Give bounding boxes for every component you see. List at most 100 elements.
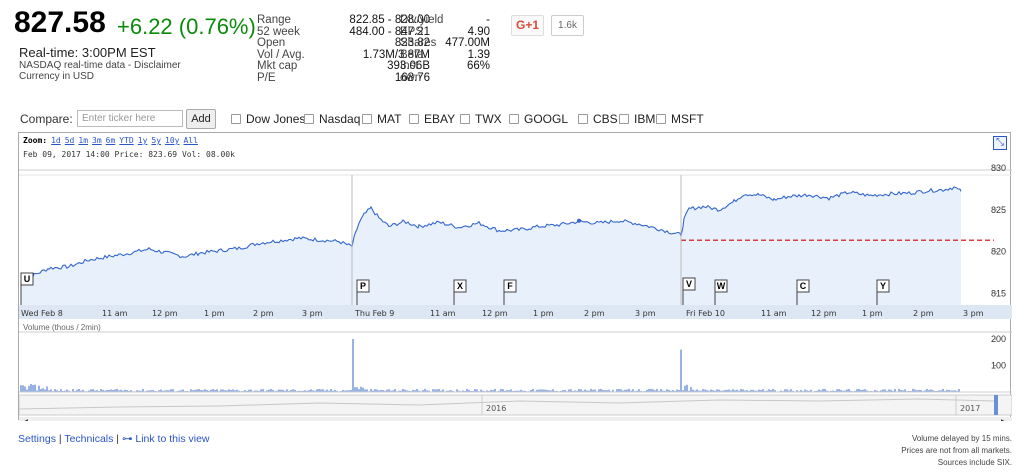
checkbox[interactable]: [304, 114, 314, 124]
svg-text:V: V: [686, 279, 692, 289]
stat-row: Shares 477.00M: [400, 37, 490, 50]
compare-label: Compare:: [20, 112, 73, 126]
checkbox-label: MAT: [377, 112, 402, 126]
hover-point: [577, 218, 581, 223]
checkbox-label: TWX: [475, 112, 502, 126]
compare-checkbox-nasdaq[interactable]: Nasdaq: [304, 112, 360, 126]
x-axis-label: Fri Feb 10: [686, 309, 725, 318]
compare-checkbox-googl[interactable]: GOOGL: [509, 112, 568, 126]
realtime-label: Real-time: 3:00PM EST: [19, 45, 156, 60]
price-chart[interactable]: Zoom: 1d 5d 1m 3m 6m YTD 1y 5y 10y All Feb 09, 201…: [18, 132, 1012, 421]
checkbox[interactable]: [656, 114, 666, 124]
x-axis-label: 12 pm: [482, 309, 508, 318]
svg-text:C: C: [800, 281, 807, 291]
note-line: Prices are not from all markets.: [901, 446, 1012, 455]
volume-tick-label: 200: [991, 334, 1006, 344]
volume-label: Volume (thous / 2min): [23, 323, 101, 332]
checkbox-label: IBM: [634, 112, 656, 126]
price-change: +6.22 (0.76%): [117, 14, 256, 39]
x-axis-label: 1 pm: [204, 309, 225, 318]
scroll-right-icon: ▶: [1001, 417, 1008, 421]
svg-text:F: F: [507, 281, 513, 291]
y-tick-label: 815: [991, 288, 1006, 298]
x-axis-label: 11 am: [430, 309, 456, 318]
checkbox[interactable]: [509, 114, 519, 124]
stat-value: 477.00M: [445, 37, 490, 49]
x-axis-label: Thu Feb 9: [354, 309, 394, 318]
navigator: [19, 394, 1012, 416]
technicals-link[interactable]: Technicals: [64, 433, 113, 445]
compare-checkbox-msft[interactable]: MSFT: [656, 112, 704, 126]
checkbox-label: Dow Jones: [246, 112, 306, 126]
stat-key: Open: [257, 37, 286, 49]
compare-checkbox-cbs[interactable]: CBS: [578, 112, 618, 126]
navigator-label: 2017: [960, 404, 980, 413]
stock-price: 827.58: [14, 6, 106, 39]
x-axis-label: 3 pm: [635, 309, 656, 318]
chart-canvas[interactable]: 830 825 820 815 Wed Feb 8 11 am 12 pm 1 pm 2 pm 3…: [19, 133, 1012, 421]
checkbox-label: GOOGL: [524, 112, 569, 126]
x-axis-label: Wed Feb 8: [21, 309, 63, 318]
checkbox[interactable]: [460, 114, 470, 124]
currency-label: Currency in USD: [19, 71, 95, 82]
stat-key: Mkt cap: [257, 60, 298, 72]
checkbox[interactable]: [619, 114, 629, 124]
compare-bar: Compare: Enter ticker here Add Dow Jones…: [14, 109, 1014, 129]
svg-text:Y: Y: [880, 281, 886, 291]
svg-text:U: U: [24, 274, 31, 284]
scroll-left-icon: ◀: [21, 417, 28, 421]
x-axis-label: 3 pm: [302, 309, 323, 318]
settings-link[interactable]: Settings: [18, 433, 56, 445]
x-axis-label: 11 am: [102, 309, 128, 318]
stats-right: Div/yield - EPS 4.90 Shares 477.00M Beta 1.39 In…: [400, 14, 490, 84]
x-axis-label: 2 pm: [913, 309, 934, 318]
x-axis-label: 1 pm: [862, 309, 883, 318]
svg-text:X: X: [457, 281, 463, 291]
compare-checkbox-mat[interactable]: MAT: [362, 112, 401, 126]
stat-key: Inst. own: [400, 60, 422, 84]
svg-text:P: P: [360, 281, 366, 291]
link-to-view[interactable]: Link to this view: [135, 433, 209, 445]
x-axis-label: 2 pm: [584, 309, 605, 318]
checkbox-label: CBS: [593, 112, 618, 126]
disclaimer-text[interactable]: NASDAQ real-time data - Disclaimer: [19, 61, 181, 71]
y-tick-label: 825: [991, 205, 1006, 215]
stat-key: Shares: [400, 37, 437, 49]
compare-checkbox-ebay[interactable]: EBAY: [409, 112, 455, 126]
data-notes: Volume delayed by 15 mins. Prices are not…: [901, 433, 1012, 469]
stat-key: Range: [257, 14, 291, 26]
svg-text:W: W: [717, 281, 726, 291]
x-axis-label: 12 pm: [152, 309, 178, 318]
navigator-handle: [994, 395, 998, 415]
note-line: Sources include SIX.: [937, 458, 1012, 467]
checkbox[interactable]: [409, 114, 419, 124]
checkbox-label: MSFT: [671, 112, 704, 126]
scrollbar-track: [19, 417, 1012, 421]
stat-value: 66%: [466, 60, 490, 72]
add-ticker-button[interactable]: Add: [186, 109, 216, 129]
compare-checkbox-ibm[interactable]: IBM: [619, 112, 655, 126]
volume-tick-label: 100: [991, 361, 1006, 371]
x-axis-label: 1 pm: [533, 309, 554, 318]
link-icon: ⊶: [121, 433, 133, 445]
x-axis-label: 11 am: [761, 309, 787, 318]
checkbox-label: EBAY: [424, 112, 456, 126]
stat-row: Div/yield -: [400, 14, 490, 27]
compare-checkbox-twx[interactable]: TWX: [460, 112, 502, 126]
footer-links: Settings | Technicals | ⊶ Link to this v…: [18, 433, 210, 445]
checkbox-label: Nasdaq: [319, 112, 361, 126]
stat-key: Div/yield: [400, 14, 444, 26]
x-axis-label: 3 pm: [963, 309, 984, 318]
compare-checkbox-dow-jones[interactable]: Dow Jones: [231, 112, 305, 126]
checkbox[interactable]: [362, 114, 372, 124]
ticker-input[interactable]: Enter ticker here: [77, 110, 183, 127]
y-tick-label: 830: [991, 163, 1006, 173]
share-count: 1.6k: [551, 15, 584, 36]
checkbox[interactable]: [578, 114, 588, 124]
google-plus-button[interactable]: G+1: [511, 15, 544, 36]
navigator-label: 2016: [486, 404, 506, 413]
stat-row: Inst. own 66%: [400, 60, 490, 84]
checkbox[interactable]: [231, 114, 241, 124]
x-axis-label: 12 pm: [811, 309, 837, 318]
x-axis-label: 2 pm: [253, 309, 274, 318]
